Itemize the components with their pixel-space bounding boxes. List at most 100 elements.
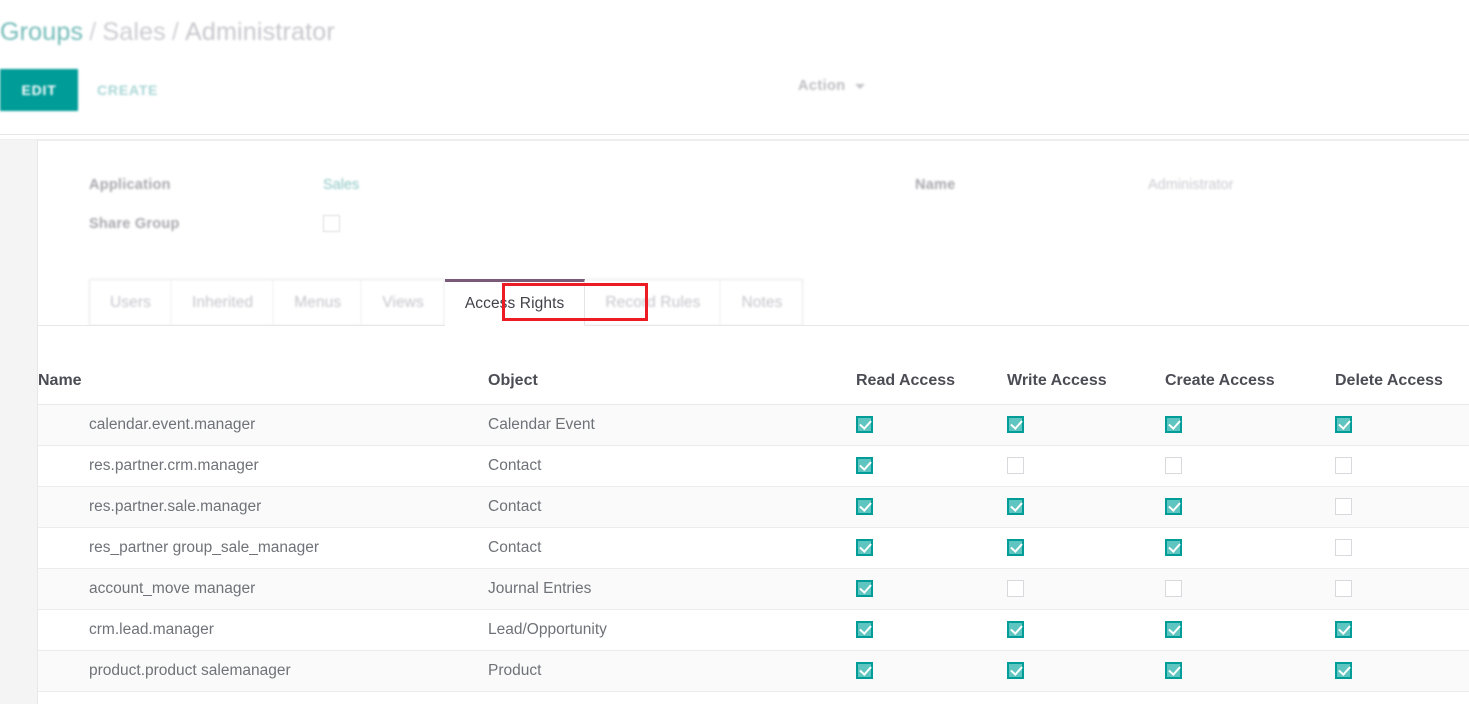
- cell-read-access-checkbox[interactable]: [856, 621, 873, 638]
- cell-write-access-checkbox[interactable]: [1007, 457, 1024, 474]
- cell-read-access: [856, 527, 1007, 568]
- column-header-name[interactable]: Name: [38, 326, 488, 404]
- form-fields: Application Sales Name Administrator Sha…: [38, 141, 1469, 261]
- cell-create-access: [1165, 650, 1335, 691]
- cell-delete-access-checkbox[interactable]: [1335, 621, 1352, 638]
- table-row[interactable]: res.partner.crm.managerContact: [38, 445, 1469, 486]
- cell-create-access: [1165, 527, 1335, 568]
- cell-read-access-checkbox[interactable]: [856, 662, 873, 679]
- tab-users[interactable]: Users: [89, 279, 172, 326]
- cell-delete-access: [1335, 445, 1469, 486]
- table-row[interactable]: crm.lead.managerLead/Opportunity: [38, 609, 1469, 650]
- cell-object: Lead/Opportunity: [488, 609, 856, 650]
- name-label: Name: [915, 177, 956, 193]
- control-panel: [0, 66, 1469, 136]
- cell-delete-access-checkbox[interactable]: [1335, 580, 1352, 597]
- cell-name: product.product salemanager: [38, 650, 488, 691]
- table-row[interactable]: res.partner.sale.managerContact: [38, 486, 1469, 527]
- cell-create-access: [1165, 404, 1335, 445]
- breadcrumb-item-sales[interactable]: Sales: [102, 18, 166, 46]
- column-header-object[interactable]: Object: [488, 326, 856, 404]
- cell-create-access-checkbox[interactable]: [1165, 416, 1182, 433]
- table-row[interactable]: calendar.event.managerCalendar Event: [38, 404, 1469, 445]
- table-row[interactable]: account_move managerJournal Entries: [38, 568, 1469, 609]
- cell-read-access-checkbox[interactable]: [856, 457, 873, 474]
- cell-create-access: [1165, 486, 1335, 527]
- table-body: calendar.event.managerCalendar Eventres.…: [38, 404, 1469, 691]
- cell-read-access: [856, 445, 1007, 486]
- cell-write-access: [1007, 568, 1165, 609]
- cell-read-access-checkbox[interactable]: [856, 539, 873, 556]
- cell-name: res_partner group_sale_manager: [38, 527, 488, 568]
- cell-object: Journal Entries: [488, 568, 856, 609]
- tab-notes[interactable]: Notes: [721, 279, 803, 326]
- tab-access-rights[interactable]: Access Rights: [445, 279, 586, 326]
- cell-write-access-checkbox[interactable]: [1007, 498, 1024, 515]
- access-rights-panel: Name Object Read Access Write Access Cre…: [38, 326, 1469, 704]
- table-row[interactable]: res_partner group_sale_managerContact: [38, 527, 1469, 568]
- cell-create-access-checkbox[interactable]: [1165, 580, 1182, 597]
- tab-record-rules[interactable]: Record Rules: [585, 279, 721, 326]
- cell-read-access: [856, 650, 1007, 691]
- cell-write-access: [1007, 445, 1165, 486]
- cell-create-access-checkbox[interactable]: [1165, 539, 1182, 556]
- cell-object: Contact: [488, 486, 856, 527]
- app-root: Groups/Sales/Administrator EDIT CREATE A…: [0, 0, 1469, 704]
- tab-inherited[interactable]: Inherited: [172, 279, 274, 326]
- cell-create-access-checkbox[interactable]: [1165, 457, 1182, 474]
- cell-create-access-checkbox[interactable]: [1165, 498, 1182, 515]
- tab-menus[interactable]: Menus: [274, 279, 362, 326]
- cell-read-access-checkbox[interactable]: [856, 416, 873, 433]
- application-value[interactable]: Sales: [323, 177, 359, 193]
- column-header-write-access[interactable]: Write Access: [1007, 326, 1165, 404]
- control-panel-divider: [0, 134, 1469, 135]
- cell-write-access-checkbox[interactable]: [1007, 662, 1024, 679]
- notebook-tabs: Users Inherited Menus Views Access Right…: [89, 279, 803, 326]
- table-header-row: Name Object Read Access Write Access Cre…: [38, 326, 1469, 404]
- cell-delete-access: [1335, 568, 1469, 609]
- share-group-checkbox[interactable]: [323, 215, 340, 232]
- table-row[interactable]: product.product salemanagerProduct: [38, 650, 1469, 691]
- application-label: Application: [89, 177, 171, 193]
- cell-delete-access: [1335, 486, 1469, 527]
- table-header: Name Object Read Access Write Access Cre…: [38, 326, 1469, 404]
- breadcrumb-separator: /: [166, 18, 185, 46]
- cell-create-access-checkbox[interactable]: [1165, 662, 1182, 679]
- cell-write-access-checkbox[interactable]: [1007, 539, 1024, 556]
- cell-delete-access: [1335, 527, 1469, 568]
- cell-delete-access: [1335, 404, 1469, 445]
- column-header-delete-access[interactable]: Delete Access: [1335, 326, 1469, 404]
- cell-name: res.partner.sale.manager: [38, 486, 488, 527]
- column-header-read-access[interactable]: Read Access: [856, 326, 1007, 404]
- cell-create-access-checkbox[interactable]: [1165, 621, 1182, 638]
- cell-object: Contact: [488, 527, 856, 568]
- cell-name: crm.lead.manager: [38, 609, 488, 650]
- cell-read-access-checkbox[interactable]: [856, 498, 873, 515]
- cell-delete-access-checkbox[interactable]: [1335, 498, 1352, 515]
- tab-views[interactable]: Views: [362, 279, 445, 326]
- cell-delete-access-checkbox[interactable]: [1335, 416, 1352, 433]
- cell-read-access: [856, 486, 1007, 527]
- edit-button[interactable]: EDIT: [0, 69, 78, 111]
- cell-delete-access-checkbox[interactable]: [1335, 662, 1352, 679]
- cell-delete-access: [1335, 650, 1469, 691]
- create-button[interactable]: CREATE: [97, 69, 177, 111]
- cell-read-access-checkbox[interactable]: [856, 580, 873, 597]
- cell-write-access-checkbox[interactable]: [1007, 416, 1024, 433]
- chevron-down-icon: [855, 84, 865, 89]
- cell-write-access: [1007, 404, 1165, 445]
- column-header-create-access[interactable]: Create Access: [1165, 326, 1335, 404]
- cell-delete-access-checkbox[interactable]: [1335, 457, 1352, 474]
- cell-write-access: [1007, 650, 1165, 691]
- cell-read-access: [856, 568, 1007, 609]
- action-dropdown[interactable]: Action: [798, 78, 865, 94]
- cell-write-access-checkbox[interactable]: [1007, 580, 1024, 597]
- breadcrumb-item-administrator: Administrator: [185, 18, 335, 46]
- breadcrumb: Groups/Sales/Administrator: [0, 18, 335, 47]
- breadcrumb-item-groups[interactable]: Groups: [0, 18, 83, 46]
- cell-name: res.partner.crm.manager: [38, 445, 488, 486]
- breadcrumb-separator: /: [83, 18, 102, 46]
- cell-object: Calendar Event: [488, 404, 856, 445]
- cell-write-access-checkbox[interactable]: [1007, 621, 1024, 638]
- cell-delete-access-checkbox[interactable]: [1335, 539, 1352, 556]
